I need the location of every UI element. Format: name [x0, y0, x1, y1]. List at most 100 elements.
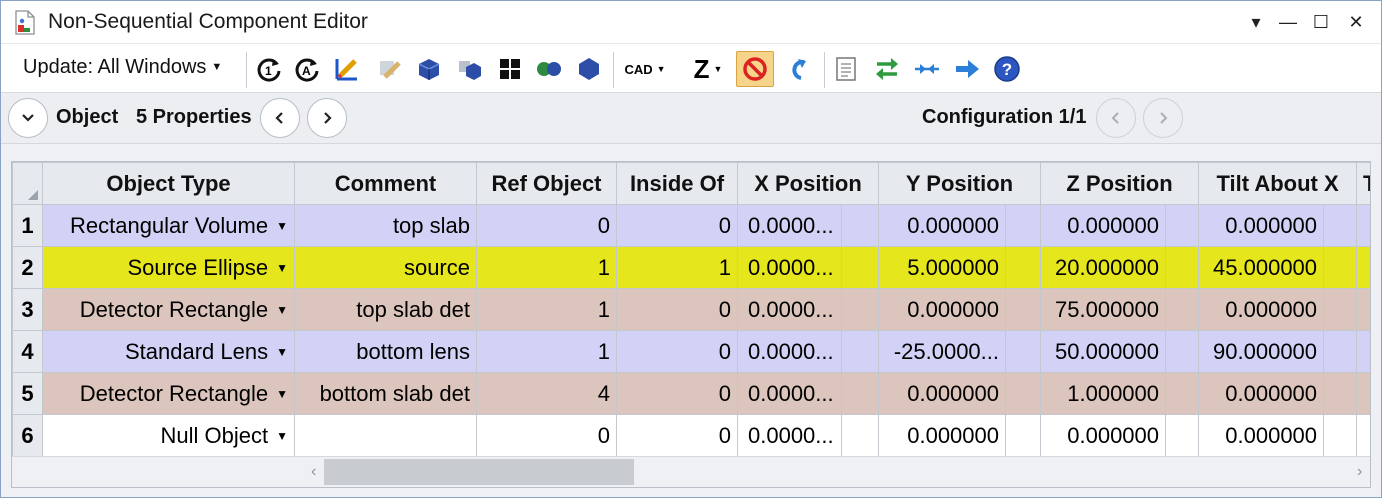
x-position-solve-cell[interactable] [841, 330, 879, 373]
table-row[interactable]: 6 Null Object ▼ 0 0 0.0000... 0.000000 0.000000… [12, 414, 1370, 457]
maximize-icon[interactable]: ☐ [1306, 7, 1336, 37]
x-position-solve-cell[interactable] [841, 204, 879, 247]
column-header-ref-object[interactable]: Ref Object [476, 162, 617, 205]
z-dropdown[interactable]: Z ▼ [684, 53, 732, 85]
row-number[interactable]: 1 [12, 204, 43, 247]
ref-object-cell[interactable]: 0 [476, 414, 617, 457]
update-one-button[interactable]: 1 [253, 53, 285, 85]
object-type-cell[interactable]: Rectangular Volume ▼ [42, 204, 295, 247]
x-position-solve-cell[interactable] [841, 372, 879, 415]
comment-cell[interactable]: source [294, 246, 477, 289]
inside-of-cell[interactable]: 0 [616, 204, 738, 247]
y-position-solve-cell[interactable] [1004, 330, 1042, 373]
y-position-cell[interactable]: 0.000000 [878, 204, 1006, 247]
x-position-cell[interactable]: 0.0000... [737, 288, 842, 331]
z-position-cell[interactable]: 1.000000 [1040, 372, 1167, 415]
object-type-cell[interactable]: Source Ellipse ▼ [42, 246, 295, 289]
tilt-about-y-cell[interactable] [1356, 372, 1370, 415]
tilt-about-x-solve-cell[interactable] [1323, 246, 1358, 289]
ref-object-cell[interactable]: 1 [476, 246, 617, 289]
solid-object-button[interactable] [413, 53, 445, 85]
column-header-inside-of[interactable]: Inside Of [616, 162, 738, 205]
z-position-solve-cell[interactable] [1165, 414, 1200, 457]
y-position-cell[interactable]: 0.000000 [878, 288, 1006, 331]
x-position-cell[interactable]: 0.0000... [737, 414, 842, 457]
row-number[interactable]: 4 [12, 330, 43, 373]
x-position-cell[interactable]: 0.0000... [737, 204, 842, 247]
tilt-about-y-cell[interactable] [1356, 204, 1370, 247]
scroll-right-icon[interactable]: › [1357, 463, 1362, 481]
column-header-x-position[interactable]: X Position [737, 162, 879, 205]
z-position-cell[interactable]: 75.000000 [1040, 288, 1167, 331]
z-position-cell[interactable]: 20.000000 [1040, 246, 1167, 289]
object-type-cell[interactable]: Standard Lens ▼ [42, 330, 295, 373]
tilt-about-x-cell[interactable]: 0.000000 [1198, 372, 1325, 415]
comment-cell[interactable]: top slab det [294, 288, 477, 331]
comment-cell[interactable]: top slab [294, 204, 477, 247]
y-position-solve-cell[interactable] [1004, 288, 1042, 331]
chevron-down-icon[interactable]: ▼ [276, 261, 288, 275]
row-number[interactable]: 6 [12, 414, 43, 457]
chevron-down-icon[interactable]: ▼ [276, 219, 288, 233]
x-position-cell[interactable]: 0.0000... [737, 372, 842, 415]
collapse-button[interactable] [911, 53, 943, 85]
polygon-object-button[interactable] [573, 53, 605, 85]
y-position-cell[interactable]: 0.000000 [878, 414, 1006, 457]
ref-object-cell[interactable]: 0 [476, 204, 617, 247]
z-position-cell[interactable]: 50.000000 [1040, 330, 1167, 373]
notes-button[interactable] [830, 53, 862, 85]
tilt-about-x-solve-cell[interactable] [1323, 288, 1358, 331]
close-icon[interactable]: ✕ [1341, 7, 1371, 37]
chevron-down-icon[interactable]: ▼ [276, 345, 288, 359]
z-position-solve-cell[interactable] [1165, 288, 1200, 331]
z-position-solve-cell[interactable] [1165, 204, 1200, 247]
y-position-solve-cell[interactable] [1004, 372, 1042, 415]
ref-object-cell[interactable]: 1 [476, 330, 617, 373]
next-object-button[interactable] [307, 98, 347, 138]
object-type-cell[interactable]: Detector Rectangle ▼ [42, 288, 295, 331]
chevron-down-icon[interactable]: ▼ [276, 303, 288, 317]
comment-cell[interactable] [294, 414, 477, 457]
detector-viewer-button[interactable] [533, 53, 565, 85]
comment-cell[interactable]: bottom lens [294, 330, 477, 373]
y-position-cell[interactable]: -25.0000... [878, 330, 1006, 373]
layout-button[interactable] [494, 53, 526, 85]
table-row[interactable]: 1 Rectangular Volume ▼ top slab 0 0 0.0000... 0… [12, 204, 1370, 247]
update-dropdown[interactable]: Update: All Windows ▼ [23, 56, 222, 79]
inside-of-cell[interactable]: 1 [616, 246, 738, 289]
z-position-solve-cell[interactable] [1165, 372, 1200, 415]
tilt-about-x-solve-cell[interactable] [1323, 204, 1358, 247]
inside-of-cell[interactable]: 0 [616, 288, 738, 331]
tilt-about-y-cell[interactable] [1356, 414, 1370, 457]
y-position-cell[interactable]: 0.000000 [878, 372, 1006, 415]
ref-object-cell[interactable]: 4 [476, 372, 617, 415]
inside-of-cell[interactable]: 0 [616, 414, 738, 457]
row-number[interactable]: 2 [12, 246, 43, 289]
tilt-about-x-solve-cell[interactable] [1323, 414, 1358, 457]
table-row[interactable]: 5 Detector Rectangle ▼ bottom slab det 4 0 0.0… [12, 372, 1370, 415]
help-button[interactable]: ? [991, 53, 1023, 85]
edit-disabled-button[interactable] [373, 53, 405, 85]
expand-properties-button[interactable] [8, 98, 48, 138]
x-position-solve-cell[interactable] [841, 288, 879, 331]
window-menu-icon[interactable]: ▾ [1241, 7, 1271, 37]
cad-dropdown[interactable]: CAD ▼ [621, 53, 669, 85]
column-header-tilt-truncated[interactable]: T [1356, 162, 1370, 205]
chevron-down-icon[interactable]: ▼ [276, 387, 288, 401]
x-position-solve-cell[interactable] [841, 414, 879, 457]
scrollbar-thumb[interactable] [324, 459, 634, 485]
tilt-about-x-cell[interactable]: 45.000000 [1198, 246, 1325, 289]
select-all-corner[interactable] [12, 162, 43, 205]
undo-button[interactable] [782, 53, 814, 85]
column-header-object-type[interactable]: Object Type [42, 162, 295, 205]
comment-cell[interactable]: bottom slab det [294, 372, 477, 415]
x-position-solve-cell[interactable] [841, 246, 879, 289]
object-type-cell[interactable]: Null Object ▼ [42, 414, 295, 457]
update-all-button[interactable]: A [291, 53, 323, 85]
z-position-cell[interactable]: 0.000000 [1040, 204, 1167, 247]
row-number[interactable]: 3 [12, 288, 43, 331]
y-position-cell[interactable]: 5.000000 [878, 246, 1006, 289]
shaded-model-button[interactable] [453, 53, 485, 85]
object-type-cell[interactable]: Detector Rectangle ▼ [42, 372, 295, 415]
horizontal-scrollbar[interactable]: ‹ › [295, 456, 1370, 487]
